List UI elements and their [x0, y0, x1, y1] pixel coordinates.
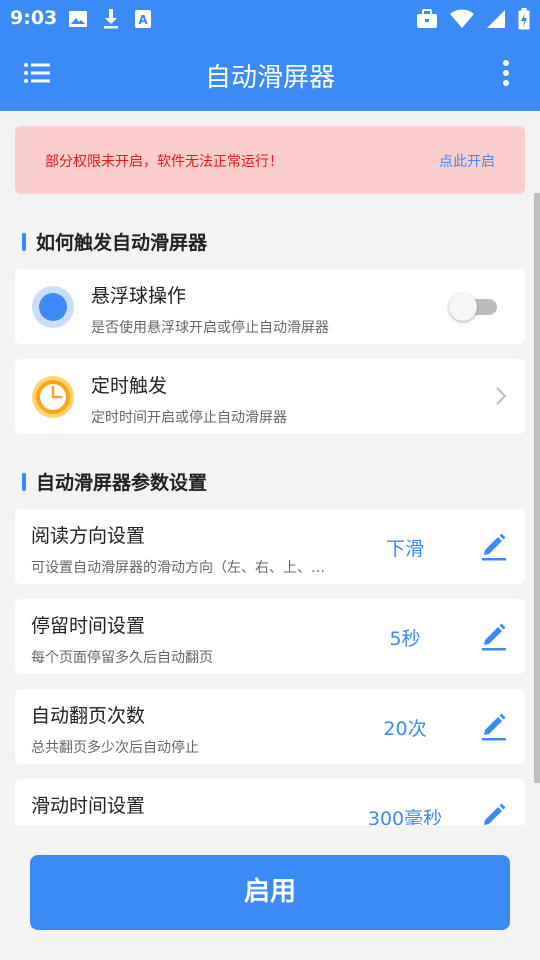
- page-count-card[interactable]: 自动翻页次数 总共翻页多少次后自动停止 20次: [15, 689, 525, 764]
- setting-value: 20次: [383, 718, 427, 740]
- setting-value: 300毫秒: [367, 808, 443, 825]
- svg-text:A: A: [138, 13, 148, 27]
- signal-icon: [487, 10, 505, 28]
- scrollbar[interactable]: [534, 193, 540, 783]
- download-icon: [104, 9, 118, 29]
- clock-icon: [32, 376, 74, 418]
- setting-title: 滑动时间设置: [31, 795, 146, 817]
- edit-icon[interactable]: [481, 801, 507, 825]
- app-bar: 自动滑屏器: [0, 38, 540, 111]
- edit-icon[interactable]: [481, 711, 507, 741]
- timer-subtitle: 定时时间开启或停止自动滑屏器: [91, 410, 287, 426]
- section-trigger-label: 如何触发自动滑屏器: [36, 232, 208, 254]
- battery-icon: [518, 8, 530, 30]
- content-area[interactable]: 部分权限未开启，软件无法正常运行！ 点此开启 如何触发自动滑屏器 悬浮球操作 是…: [0, 111, 540, 825]
- setting-title: 阅读方向设置: [31, 525, 146, 547]
- section-params-title: 自动滑屏器参数设置: [22, 468, 207, 495]
- enable-permission-link[interactable]: 点此开启: [439, 151, 495, 171]
- setting-title: 自动翻页次数: [31, 705, 146, 727]
- edit-icon[interactable]: [481, 531, 507, 561]
- section-marker: [22, 232, 26, 251]
- section-params-label: 自动滑屏器参数设置: [36, 472, 208, 494]
- edit-icon[interactable]: [481, 621, 507, 651]
- more-vert-icon[interactable]: [502, 59, 510, 87]
- float-ball-card[interactable]: 悬浮球操作 是否使用悬浮球开启或停止自动滑屏器: [15, 269, 525, 344]
- float-ball-title: 悬浮球操作: [91, 285, 187, 307]
- setting-value: 下滑: [385, 538, 424, 560]
- timer-card[interactable]: 定时触发 定时时间开启或停止自动滑屏器: [15, 359, 525, 434]
- bottom-bar: 启用: [0, 825, 540, 960]
- briefcase-icon: [417, 9, 437, 28]
- status-bar: 9:03 A: [0, 0, 540, 38]
- setting-subtitle: 总共翻页多少次后自动停止: [31, 740, 199, 756]
- stay-time-card[interactable]: 停留时间设置 每个页面停留多久后自动翻页 5秒: [15, 599, 525, 674]
- reading-direction-card[interactable]: 阅读方向设置 可设置自动滑屏器的滑动方向（左、右、上、下） 下滑: [15, 509, 525, 584]
- setting-title: 停留时间设置: [31, 615, 146, 637]
- text-a-icon: A: [135, 10, 151, 28]
- enable-button[interactable]: 启用: [30, 855, 510, 930]
- float-ball-icon: [32, 286, 74, 328]
- timer-title: 定时触发: [91, 375, 168, 397]
- setting-value: 5秒: [389, 628, 421, 650]
- setting-subtitle: 可设置自动滑屏器的滑动方向（左、右、上、下）: [31, 560, 331, 576]
- swipe-time-card[interactable]: 滑动时间设置 300毫秒: [15, 779, 525, 825]
- image-icon: [69, 11, 87, 27]
- float-ball-toggle[interactable]: [449, 293, 501, 321]
- float-ball-subtitle: 是否使用悬浮球开启或停止自动滑屏器: [91, 320, 329, 336]
- chevron-right-icon: [496, 387, 507, 405]
- setting-subtitle: 每个页面停留多久后自动翻页: [31, 650, 213, 666]
- status-time: 9:03: [10, 7, 58, 29]
- app-title: 自动滑屏器: [204, 63, 335, 93]
- toggle-knob: [449, 293, 477, 321]
- section-trigger-title: 如何触发自动滑屏器: [22, 228, 207, 255]
- permission-alert: 部分权限未开启，软件无法正常运行！ 点此开启: [15, 126, 525, 194]
- section-marker: [22, 472, 26, 491]
- alert-message: 部分权限未开启，软件无法正常运行！: [45, 154, 283, 170]
- wifi-icon: [450, 9, 474, 28]
